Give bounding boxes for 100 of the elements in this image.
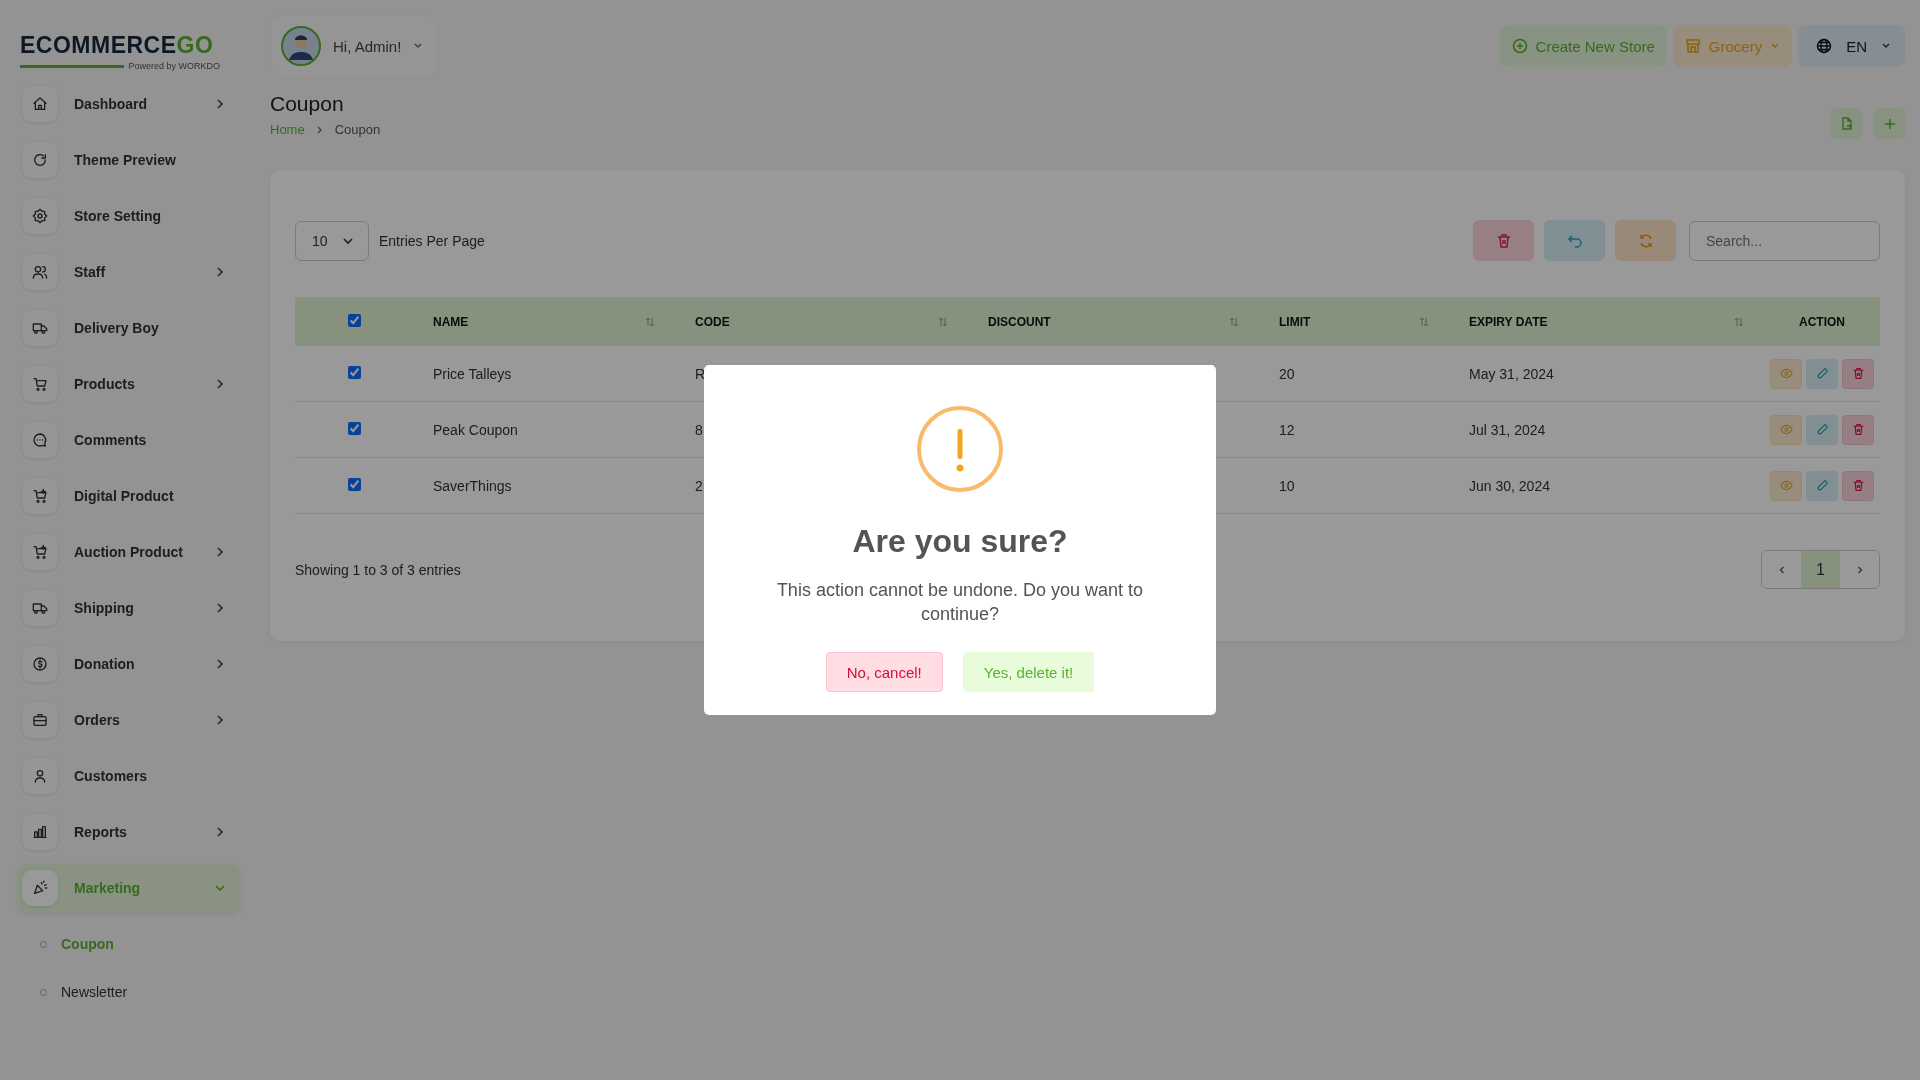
- breadcrumb-current: Coupon: [334, 122, 381, 137]
- export-button[interactable]: [1831, 108, 1862, 139]
- sidebar-item[interactable]: Products: [18, 360, 240, 408]
- column-header[interactable]: CODE: [695, 314, 730, 329]
- reset-button[interactable]: [1544, 220, 1605, 261]
- chat-icon: [32, 432, 48, 448]
- party-icon: [32, 880, 48, 896]
- submenu-item[interactable]: Newsletter: [18, 968, 220, 1016]
- delete-button[interactable]: [1842, 414, 1874, 445]
- delete-button[interactable]: [1842, 470, 1874, 501]
- table-cell: Jul 31, 2024: [1469, 421, 1546, 438]
- cart-icon: [32, 376, 48, 392]
- sidebar-item[interactable]: Customers: [18, 752, 240, 800]
- logo[interactable]: ECOMMERCEGO Powered by WORKDO: [20, 32, 220, 76]
- table-cell: Peak Coupon: [433, 421, 518, 438]
- table-cell: SaverThings: [433, 477, 512, 494]
- edit-button[interactable]: [1806, 358, 1838, 389]
- table-cell: R: [695, 365, 706, 382]
- page-title: Coupon: [270, 92, 345, 116]
- cartplus-icon: [32, 488, 48, 504]
- per-page-label: Entries Per Page: [379, 232, 485, 249]
- sidebar-item[interactable]: Dashboard: [18, 80, 240, 128]
- language-dropdown[interactable]: EN: [1798, 25, 1905, 67]
- bag-icon: [32, 712, 48, 728]
- sidebar-item[interactable]: Auction Product: [18, 528, 240, 576]
- sort-icon[interactable]: [645, 316, 655, 327]
- home-icon: [32, 96, 48, 112]
- avatar-icon: [281, 26, 321, 66]
- sidebar-item[interactable]: Reports: [18, 808, 240, 856]
- file-export-icon: [1839, 116, 1854, 131]
- column-header[interactable]: LIMIT: [1279, 314, 1311, 329]
- plus-icon: [1882, 116, 1897, 131]
- search-field[interactable]: Search...: [1689, 220, 1880, 261]
- row-checkbox[interactable]: [347, 477, 361, 491]
- sidebar-item[interactable]: Comments: [18, 416, 240, 464]
- column-header[interactable]: EXPIRY DATE: [1469, 314, 1548, 329]
- sidebar-item[interactable]: Theme Preview: [18, 136, 240, 184]
- sidebar-item[interactable]: Donation: [18, 640, 240, 688]
- column-header[interactable]: DISCOUNT: [988, 314, 1051, 329]
- truck-icon: [32, 320, 48, 336]
- select-all-checkbox[interactable]: [347, 313, 361, 327]
- table-cell: Jun 30, 2024: [1469, 477, 1550, 494]
- view-button[interactable]: [1770, 414, 1802, 445]
- sort-icon[interactable]: [1229, 316, 1239, 327]
- table-cell: Price Talleys: [433, 365, 512, 382]
- refresh-icon: [1637, 232, 1654, 249]
- dollar-icon: [32, 656, 48, 672]
- view-button[interactable]: [1770, 358, 1802, 389]
- add-button[interactable]: [1874, 108, 1905, 139]
- users-icon: [32, 264, 48, 280]
- sidebar-item[interactable]: Shipping: [18, 584, 240, 632]
- cancel-button[interactable]: No, cancel!: [825, 652, 943, 692]
- dialog-message: This action cannot be undone. Do you want to continue?: [775, 579, 1145, 626]
- pencil-icon: [1815, 479, 1829, 492]
- pencil-icon: [1815, 423, 1829, 436]
- store-icon: [1684, 38, 1701, 54]
- row-checkbox[interactable]: [347, 365, 361, 379]
- view-button[interactable]: [1770, 470, 1802, 501]
- sort-icon[interactable]: [1734, 316, 1744, 327]
- edit-button[interactable]: [1806, 414, 1838, 445]
- delete-button[interactable]: [1842, 358, 1874, 389]
- page-button[interactable]: 1: [1801, 551, 1840, 588]
- sidebar-item[interactable]: Delivery Boy: [18, 304, 240, 352]
- sort-icon[interactable]: [1419, 316, 1429, 327]
- sidebar-item[interactable]: Store Setting: [18, 192, 240, 240]
- refresh-button[interactable]: [1615, 220, 1676, 261]
- table-cell: 12: [1279, 421, 1295, 438]
- trash-icon: [1851, 367, 1865, 380]
- gear-icon: [32, 208, 48, 224]
- trash-icon: [1851, 479, 1865, 492]
- row-checkbox[interactable]: [347, 421, 361, 435]
- eye-icon: [1779, 423, 1793, 436]
- edit-button[interactable]: [1806, 470, 1838, 501]
- user-menu[interactable]: Hi, Admin!: [270, 15, 439, 77]
- trash-icon: [1851, 423, 1865, 436]
- trash-icon: [1495, 232, 1512, 249]
- column-header[interactable]: NAME: [433, 314, 469, 329]
- table-cell: 8: [695, 421, 703, 438]
- refresh-icon: [32, 152, 48, 168]
- sort-icon[interactable]: [938, 316, 948, 327]
- sidebar-item[interactable]: Staff: [18, 248, 240, 296]
- eye-icon: [1779, 479, 1793, 492]
- delete-button[interactable]: [1473, 220, 1534, 261]
- warning-icon: [916, 405, 1004, 493]
- column-header[interactable]: ACTION: [1799, 314, 1845, 329]
- plus-circle-icon: [1511, 38, 1528, 54]
- per-page-select[interactable]: 10: [295, 220, 369, 261]
- eye-icon: [1779, 367, 1793, 380]
- table-cell: 20: [1279, 365, 1295, 382]
- dialog-title: Are you sure?: [852, 523, 1068, 560]
- sidebar-item[interactable]: Orders: [18, 696, 240, 744]
- pencil-icon: [1815, 367, 1829, 380]
- sidebar-item[interactable]: Digital Product: [18, 472, 240, 520]
- chart-icon: [32, 824, 48, 840]
- undo-arrow-icon: [1566, 232, 1583, 249]
- user-icon: [32, 768, 48, 784]
- table-cell: May 31, 2024: [1469, 365, 1554, 382]
- globe-icon: [1816, 38, 1833, 54]
- table-cell: 2: [695, 477, 703, 494]
- table-cell: 10: [1279, 477, 1295, 494]
